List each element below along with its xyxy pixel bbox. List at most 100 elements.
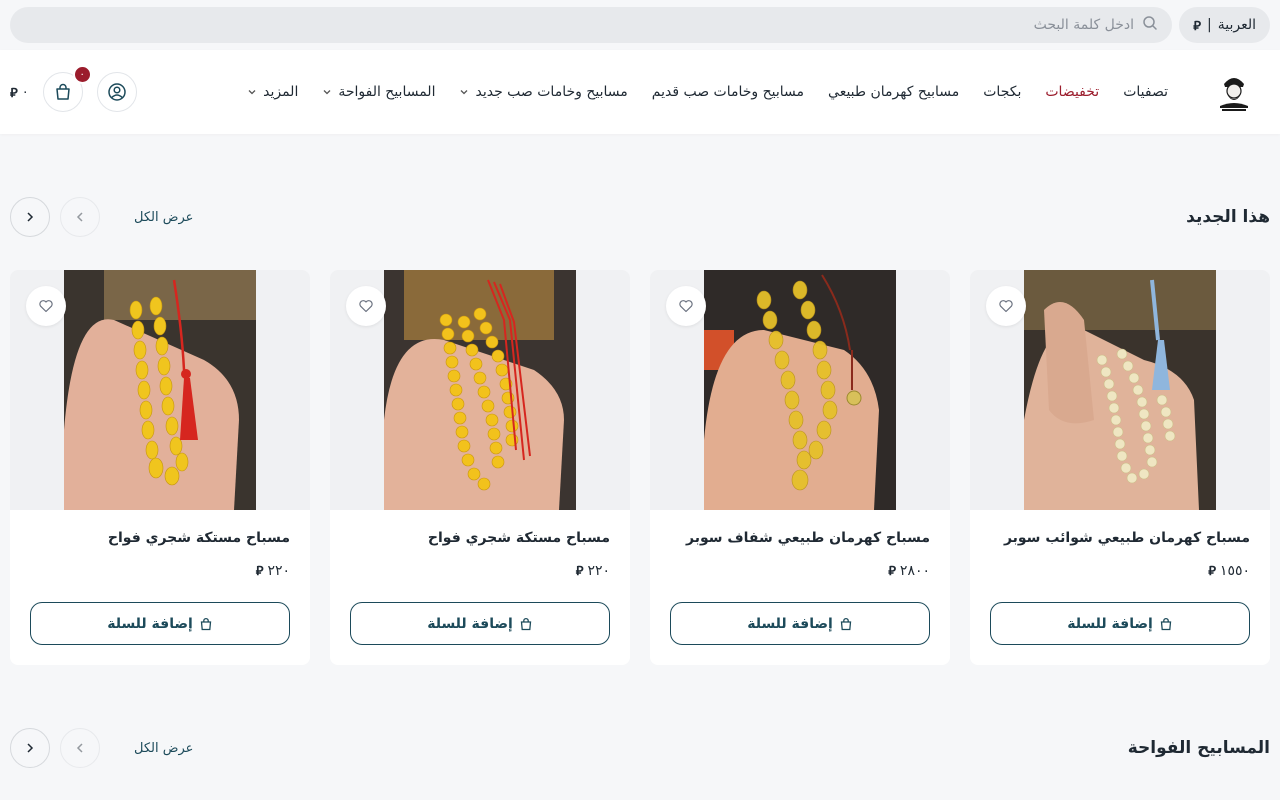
search-input[interactable] xyxy=(834,17,1134,33)
add-to-cart-label: إضافة للسلة xyxy=(427,615,513,632)
nav-item-new-cast[interactable]: مسابيح وخامات صب جديد xyxy=(459,84,628,100)
carousel-next-button[interactable] xyxy=(10,728,50,768)
shopping-bag-icon xyxy=(200,617,211,630)
add-to-cart-label: إضافة للسلة xyxy=(747,615,833,632)
add-to-cart-button[interactable]: إضافة للسلة xyxy=(670,602,930,645)
cart-count-badge: ٠ xyxy=(72,65,92,84)
product-image-area[interactable] xyxy=(650,270,950,510)
product-price: ١٥٥٠ ⃁ xyxy=(1208,562,1250,580)
product-carousel: مسباح كهرمان طبيعي شوائب سوبر ١٥٥٠ ⃁ إضا… xyxy=(10,270,1270,665)
add-to-cart-button[interactable]: إضافة للسلة xyxy=(30,602,290,645)
chevron-right-icon xyxy=(27,212,34,222)
add-to-cart-button[interactable]: إضافة للسلة xyxy=(990,602,1250,645)
product-price: ٢٢٠ ⃁ xyxy=(575,562,610,580)
product-name[interactable]: مسباح مستكة شجري فواح xyxy=(108,530,290,546)
carousel-next-button[interactable] xyxy=(10,197,50,237)
carousel-controls: عرض الكل xyxy=(10,728,193,768)
product-price: ٢٢٠ ⃁ xyxy=(255,562,290,580)
nav-item-old-cast[interactable]: مسابيح وخامات صب قديم xyxy=(652,84,804,100)
account-button[interactable] xyxy=(96,72,137,112)
chevron-left-icon xyxy=(76,743,83,753)
header-actions: ⃁ ٠ ٠ xyxy=(10,65,137,112)
add-to-cart-label: إضافة للسلة xyxy=(107,615,193,632)
product-name[interactable]: مسباح مستكة شجري فواح xyxy=(428,530,610,546)
product-photo xyxy=(64,270,256,510)
nav-label: مسابيح كهرمان طبيعي xyxy=(828,84,960,100)
heart-icon xyxy=(999,300,1013,313)
chevron-left-icon xyxy=(76,212,83,222)
heart-icon xyxy=(39,300,53,313)
main-header: تصفيات تخفيضات بكجات مسابيح كهرمان طبيعي… xyxy=(0,50,1280,134)
nav-label: مسابيح وخامات صب قديم xyxy=(651,84,805,100)
chevron-right-icon xyxy=(27,743,34,753)
currency-symbol: ⃁ xyxy=(1193,18,1202,34)
nav-label: المسابيح الفواحة xyxy=(338,84,436,100)
top-bar: العربية | ⃁ xyxy=(0,0,1280,50)
product-image-area[interactable] xyxy=(970,270,1270,510)
shopping-bag-icon xyxy=(55,83,70,100)
store-logo[interactable] xyxy=(1214,70,1254,114)
nav-label: المزيد xyxy=(263,84,299,100)
chevron-down-icon xyxy=(323,90,331,95)
favorite-button[interactable] xyxy=(986,286,1026,326)
heart-icon xyxy=(359,300,373,313)
add-to-cart-label: إضافة للسلة xyxy=(1067,615,1153,632)
nav-item-fragrant[interactable]: المسابيح الفواحة xyxy=(322,84,435,100)
product-image-area[interactable] xyxy=(10,270,310,510)
shopping-bag-icon xyxy=(520,617,531,630)
shopping-bag-icon xyxy=(840,617,851,630)
favorite-button[interactable] xyxy=(666,286,706,326)
carousel-controls: عرض الكل xyxy=(10,197,193,237)
separator: | xyxy=(1207,17,1212,33)
price-value: ٢٨٠٠ xyxy=(899,562,930,579)
view-all-link[interactable]: عرض الكل xyxy=(134,741,193,756)
section-new-header: هذا الجديد عرض الكل xyxy=(10,197,1270,237)
favorite-button[interactable] xyxy=(26,286,66,326)
favorite-button[interactable] xyxy=(346,286,386,326)
carousel-prev-button[interactable] xyxy=(60,728,100,768)
product-photo xyxy=(1024,270,1216,510)
view-all-link[interactable]: عرض الكل xyxy=(134,210,193,225)
product-card[interactable]: مسباح كهرمان طبيعي شفاف سوبر ٢٨٠٠ ⃁ إضاف… xyxy=(650,270,950,665)
product-photo xyxy=(704,270,896,510)
user-icon xyxy=(107,83,126,101)
nav-item-more[interactable]: المزيد xyxy=(247,84,298,100)
nav-label: مسابيح وخامات صب جديد xyxy=(475,84,628,100)
currency-symbol: ⃁ xyxy=(575,564,584,579)
add-to-cart-button[interactable]: إضافة للسلة xyxy=(350,602,610,645)
nav-item-packages[interactable]: بكجات xyxy=(983,84,1021,100)
cart-total: ⃁ ٠ xyxy=(10,84,29,101)
nav-label: بكجات xyxy=(983,84,1022,100)
price-value: ٢٢٠ xyxy=(587,562,610,579)
product-card[interactable]: مسباح مستكة شجري فواح ٢٢٠ ⃁ إضافة للسلة xyxy=(10,270,310,665)
currency-symbol: ⃁ xyxy=(888,564,896,579)
language-currency-switcher[interactable]: العربية | ⃁ xyxy=(1179,7,1270,43)
search-bar xyxy=(10,7,1172,43)
nav-item-sales[interactable]: تخفيضات xyxy=(1045,84,1099,100)
search-icon[interactable] xyxy=(1142,15,1158,35)
product-name[interactable]: مسباح كهرمان طبيعي شفاف سوبر xyxy=(686,530,930,546)
cart-total-value: ٠ xyxy=(21,84,29,100)
cart-button[interactable]: ٠ xyxy=(42,65,92,112)
heart-icon xyxy=(679,300,693,313)
product-card[interactable]: مسباح مستكة شجري فواح ٢٢٠ ⃁ إضافة للسلة xyxy=(330,270,630,665)
product-name[interactable]: مسباح كهرمان طبيعي شوائب سوبر xyxy=(1004,530,1250,546)
currency-symbol: ⃁ xyxy=(10,85,18,101)
chevron-down-icon xyxy=(461,90,468,95)
nav-label: تصفيات xyxy=(1123,84,1168,100)
product-card[interactable]: مسباح كهرمان طبيعي شوائب سوبر ١٥٥٠ ⃁ إضا… xyxy=(970,270,1270,665)
chevron-down-icon xyxy=(248,90,256,95)
main-nav: تصفيات تخفيضات بكجات مسابيح كهرمان طبيعي… xyxy=(247,50,1168,134)
carousel-prev-button[interactable] xyxy=(60,197,100,237)
price-value: ٢٢٠ xyxy=(267,562,290,579)
product-price: ٢٨٠٠ ⃁ xyxy=(888,562,930,580)
section-title: هذا الجديد xyxy=(1186,207,1270,227)
price-value: ١٥٥٠ xyxy=(1219,562,1250,579)
product-photo xyxy=(384,270,576,510)
language-label: العربية xyxy=(1217,17,1256,33)
currency-symbol: ⃁ xyxy=(255,564,264,579)
section-title: المسابيح الفواحة xyxy=(1127,738,1270,758)
nav-item-filters[interactable]: تصفيات xyxy=(1123,84,1168,100)
nav-item-natural-amber[interactable]: مسابيح كهرمان طبيعي xyxy=(828,84,959,100)
product-image-area[interactable] xyxy=(330,270,630,510)
